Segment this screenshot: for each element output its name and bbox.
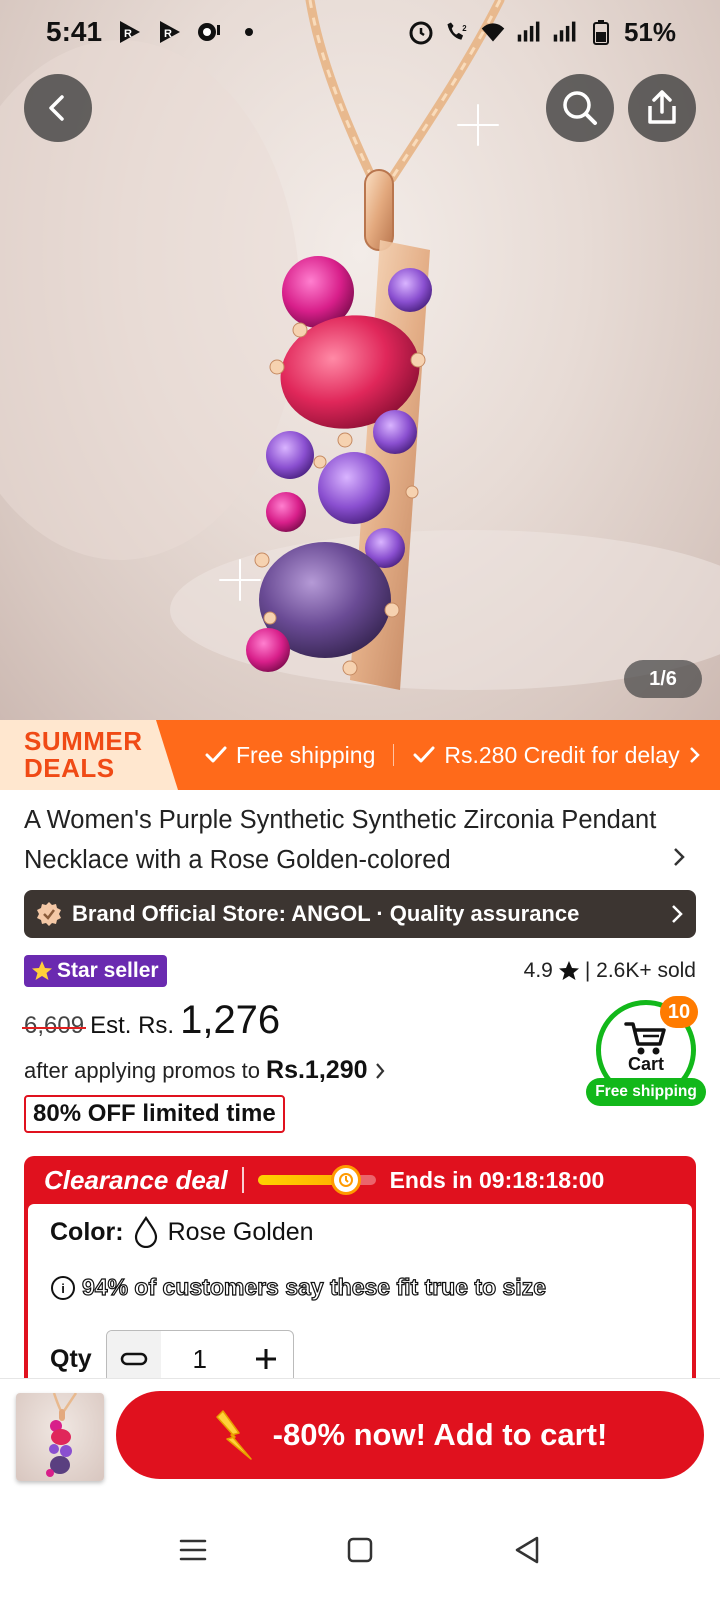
promo-text: after applying promos to	[24, 1057, 261, 1083]
brand-store-bar[interactable]: Brand Official Store: ANGOL · Quality as…	[24, 890, 696, 938]
lightning-icon	[215, 1410, 252, 1460]
star-icon	[558, 961, 579, 980]
verified-badge-icon	[37, 902, 61, 926]
est-price-label: Est. Rs.	[90, 1012, 175, 1039]
r-app-icon: R	[156, 19, 182, 45]
clearance-progress-bar	[257, 1165, 376, 1195]
share-button[interactable]	[628, 74, 696, 142]
battery-icon	[588, 19, 614, 45]
battery-percentage: 51%	[623, 16, 676, 47]
product-thumbnail[interactable]	[16, 1393, 104, 1481]
clearance-header: Clearance deal Ends in 09:18:18:00	[24, 1156, 696, 1204]
fit-info: i 94% of customers say these fit true to…	[50, 1273, 547, 1301]
image-page-indicator: 1/6	[624, 660, 702, 698]
promo-price-link[interactable]: after applying promos to Rs.1,290	[24, 1056, 386, 1085]
system-navigation-bar	[0, 1500, 720, 1600]
triangle-back-icon	[515, 1536, 538, 1564]
r-app-icon: R	[116, 19, 142, 45]
clearance-divider	[241, 1167, 244, 1193]
rating-value: 4.9	[523, 959, 553, 982]
product-image[interactable]: 5:41 R R 2 51% 1/6	[0, 0, 720, 720]
chevron-right-icon	[689, 747, 700, 763]
add-to-cart-label: -80% now! Add to cart!	[272, 1417, 608, 1452]
square-home-icon	[347, 1537, 373, 1563]
droplet-icon	[134, 1216, 157, 1248]
check-icon	[205, 746, 227, 763]
svg-text:i: i	[61, 1281, 65, 1296]
color-value: Rose Golden	[167, 1217, 314, 1246]
clearance-title: Clearance deal	[44, 1164, 228, 1195]
cart-free-shipping-pill: Free shipping	[586, 1078, 706, 1106]
signal-icon	[552, 19, 578, 45]
info-icon: i	[51, 1275, 75, 1300]
check-icon	[413, 746, 435, 763]
perk-divider	[393, 744, 395, 766]
color-selector[interactable]: Color: Rose Golden	[50, 1216, 314, 1248]
signal-icon	[516, 19, 542, 45]
promo-price: Rs.1,290	[266, 1056, 368, 1084]
minus-icon	[120, 1352, 147, 1366]
shopping-cart-icon	[624, 1022, 666, 1055]
color-label: Color:	[50, 1217, 124, 1246]
promo-banner[interactable]: SUMMER DEALS Free shipping Rs.280 Credit…	[0, 720, 720, 790]
star-seller-icon	[32, 961, 52, 980]
discount-badge: 80% OFF limited time	[24, 1095, 285, 1133]
search-button[interactable]	[546, 74, 614, 142]
add-to-cart-button[interactable]: -80% now! Add to cart!	[116, 1391, 704, 1479]
wifi-call-icon: 2	[444, 19, 470, 45]
back-arrow-icon	[49, 95, 64, 121]
status-time: 5:41	[46, 16, 103, 47]
rating-summary[interactable]: 4.9 | 2.6K+ sold	[524, 955, 696, 987]
search-icon	[563, 91, 597, 125]
summer-deals-badge: SUMMER DEALS	[0, 720, 178, 790]
summer-deals-line1: SUMMER	[24, 726, 143, 756]
chevron-right-icon[interactable]	[672, 846, 686, 868]
alarm-icon	[408, 19, 434, 45]
fit-text: 94% of customers say these fit true to s…	[81, 1273, 546, 1300]
wifi-icon	[480, 19, 506, 45]
plus-icon	[255, 1349, 276, 1369]
svg-text:R: R	[124, 28, 132, 40]
free-shipping-perk: Free shipping	[204, 742, 375, 769]
chat-icon	[196, 19, 222, 45]
product-title: A Women's Purple Synthetic Synthetic Zir…	[24, 806, 657, 874]
cart-count-badge: 10	[660, 996, 698, 1028]
chevron-right-icon	[672, 905, 683, 923]
product-title-link[interactable]: A Women's Purple Synthetic Synthetic Zir…	[24, 800, 664, 880]
cart-label: Cart	[627, 1054, 664, 1074]
credit-for-delay-perk: Rs.280 Credit for delay	[412, 742, 701, 769]
est-price: 1,276	[180, 998, 281, 1042]
back-button[interactable]	[24, 74, 92, 142]
dot-icon	[236, 19, 262, 45]
bottom-action-bar: -80% now! Add to cart!	[0, 1378, 720, 1481]
pendant-thumbnail-image	[46, 1393, 78, 1477]
system-back-button[interactable]	[497, 1520, 557, 1580]
clearance-countdown: Ends in 09:18:18:00	[389, 1166, 605, 1193]
share-icon	[648, 90, 676, 124]
menu-lines-icon	[180, 1539, 207, 1561]
svg-text:R: R	[164, 28, 172, 40]
clock-icon	[331, 1165, 362, 1195]
star-seller-text: Star seller	[57, 959, 159, 982]
clearance-deal-card: Clearance deal Ends in 09:18:18:00 Color…	[24, 1156, 696, 1416]
price-row: 6,609 Est. Rs. 1,276	[21, 998, 281, 1043]
credit-for-delay-text: Rs.280 Credit for delay	[444, 741, 680, 768]
home-button[interactable]	[330, 1520, 390, 1580]
chevron-right-icon	[375, 1062, 384, 1079]
brand-store-text: Brand Official Store: ANGOL · Quality as…	[72, 901, 580, 926]
recent-apps-button[interactable]	[163, 1520, 223, 1580]
status-bar: 5:41 R R 2 51%	[0, 0, 720, 64]
qty-label: Qty	[50, 1344, 92, 1373]
star-seller-badge[interactable]: Star seller	[24, 955, 167, 987]
original-price: 6,609	[21, 1012, 87, 1039]
sold-count: | 2.6K+ sold	[584, 959, 696, 982]
summer-deals-line2: DEALS	[24, 753, 115, 783]
svg-text:2: 2	[462, 24, 467, 33]
free-shipping-text: Free shipping	[236, 741, 376, 768]
